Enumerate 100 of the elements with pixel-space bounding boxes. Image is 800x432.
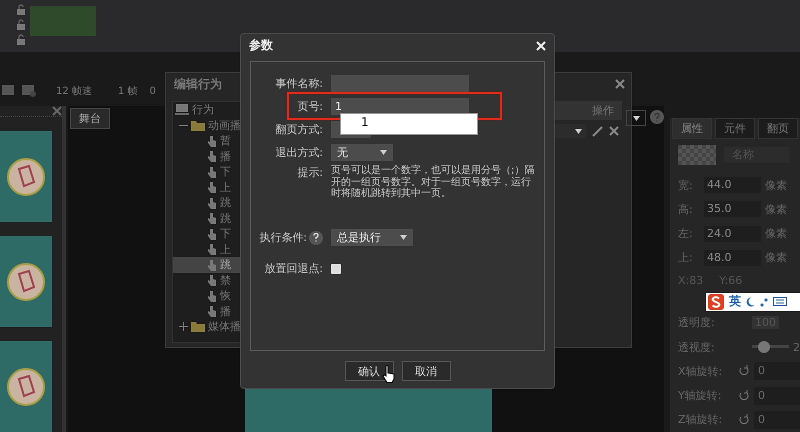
dialog-button[interactable]: 取消: [402, 361, 450, 381]
slider-thumb[interactable]: [758, 341, 770, 354]
hand-icon: [207, 181, 217, 194]
punctuation-icon[interactable]: [760, 296, 768, 307]
dropdown[interactable]: [626, 110, 646, 126]
field-label: 提示:: [296, 165, 324, 180]
dialog-button[interactable]: 确认: [344, 361, 394, 381]
unit-label: 像素: [765, 178, 787, 193]
tree-item[interactable]: 播: [173, 148, 241, 164]
pencil-icon[interactable]: [592, 126, 603, 136]
hand-icon: [207, 258, 217, 271]
panel-tab[interactable]: 元件: [715, 118, 755, 139]
hand-cursor-icon: [382, 365, 396, 383]
ime-mode[interactable]: 英: [729, 293, 741, 310]
hand-icon: [207, 274, 217, 286]
panel-tab[interactable]: 翻页: [758, 118, 798, 139]
expand-icon[interactable]: [179, 322, 188, 332]
stage-tab[interactable]: 舞台: [70, 108, 110, 129]
lock-icon[interactable]: [16, 19, 26, 30]
rotate-icon: [738, 414, 750, 426]
field-label: 翻页方式:: [274, 122, 324, 136]
input-field[interactable]: 1: [331, 98, 469, 114]
tree-item[interactable]: 播: [173, 304, 241, 319]
hand-icon: [207, 290, 217, 302]
rotate-icon: [738, 365, 750, 378]
property-field[interactable]: 0: [754, 410, 800, 429]
panel-tab[interactable]: 属性: [672, 118, 712, 139]
tree-item[interactable]: 跳: [173, 195, 241, 210]
moon-icon[interactable]: [746, 296, 755, 307]
tree-item[interactable]: 跳: [173, 257, 241, 272]
checkbox[interactable]: [331, 264, 341, 274]
property-field[interactable]: 24.0: [704, 226, 761, 242]
hand-icon: [207, 243, 217, 256]
dropdown[interactable]: 无: [331, 144, 393, 160]
page-thumbnail[interactable]: [0, 341, 52, 432]
property-label: Z轴旋转:: [678, 412, 724, 428]
dropdown[interactable]: 总是执行: [331, 229, 413, 246]
computer-icon: [175, 104, 189, 116]
property-field[interactable]: 0: [754, 362, 800, 380]
property-label: 宽:: [678, 178, 694, 193]
tree-item[interactable]: 禁: [173, 272, 241, 288]
hint-text: 页号可以是一个数字，也可以是用分号（;）隔开的一组页号数字。对于一组页号数字，运行时将随机跳转到其中一页。: [331, 165, 536, 200]
hand-icon: [207, 134, 217, 147]
keyboard-icon[interactable]: [773, 297, 787, 306]
hand-icon: [207, 150, 217, 162]
field-label: 放置回退点:: [263, 261, 324, 276]
unit-label: 像素: [765, 250, 787, 266]
field-label: 事件名称:: [274, 76, 324, 90]
page-icon[interactable]: [22, 85, 36, 97]
page-icon[interactable]: [2, 85, 16, 97]
caret-icon: [575, 128, 582, 134]
property-field[interactable]: 48.0: [704, 250, 761, 266]
page-thumbnail[interactable]: [0, 236, 52, 327]
property-label: 左:: [678, 226, 694, 242]
keyframe-block: [30, 6, 96, 36]
property-field[interactable]: 35.0: [704, 201, 761, 218]
folder-icon: [191, 120, 205, 131]
property-field[interactable]: 44.0: [704, 177, 761, 194]
property-label: Y轴旋转:: [678, 388, 722, 404]
tree-item[interactable]: 暂: [173, 133, 241, 148]
frame-rate-label: 12 帧速: [56, 84, 92, 98]
hand-icon: [207, 228, 217, 240]
help-icon[interactable]: [309, 230, 323, 244]
close-icon[interactable]: [615, 79, 625, 89]
caret-icon: [632, 116, 640, 120]
property-label: 透明度:: [678, 315, 716, 330]
unit-label: 像素: [765, 226, 787, 242]
lock-icon[interactable]: [16, 34, 26, 45]
tree-folder[interactable]: 媒体播: [173, 319, 241, 334]
suggestion-item[interactable]: 1: [341, 114, 477, 134]
property-label: 透视度:: [678, 340, 716, 355]
frame-label: 1 帧: [118, 84, 138, 98]
page-thumbnail[interactable]: [0, 131, 52, 222]
lock-icon[interactable]: [16, 4, 26, 15]
slider-reading: 2: [793, 340, 800, 354]
tree-item[interactable]: 下: [173, 164, 241, 180]
hand-icon: [207, 305, 217, 318]
tree-folder[interactable]: 动画播: [173, 118, 241, 133]
window-title: 编辑行为: [174, 76, 222, 92]
dropdown[interactable]: [552, 124, 586, 138]
tree-item[interactable]: 上: [173, 242, 241, 257]
caret-icon: [380, 150, 387, 154]
property-label: X轴旋转:: [678, 364, 724, 379]
frame-number: 0: [149, 86, 156, 96]
input-field[interactable]: [331, 74, 469, 92]
rotate-icon: [738, 390, 750, 402]
tree-root[interactable]: 行为: [173, 102, 241, 118]
hand-icon: [207, 166, 217, 178]
property-label: 高:: [678, 202, 694, 217]
tree-item[interactable]: 跳: [173, 210, 241, 226]
hand-icon: [207, 212, 217, 224]
delete-icon[interactable]: [609, 126, 619, 136]
field-label: 执行条件:: [259, 230, 307, 245]
caret-icon: [400, 235, 407, 240]
property-field[interactable]: 0: [754, 386, 800, 405]
unit-label: 像素: [765, 202, 787, 217]
tree-item[interactable]: 上: [173, 180, 241, 195]
tree-item[interactable]: 恢: [173, 288, 241, 304]
tree-item[interactable]: 下: [173, 226, 241, 242]
folder-icon: [191, 321, 205, 332]
